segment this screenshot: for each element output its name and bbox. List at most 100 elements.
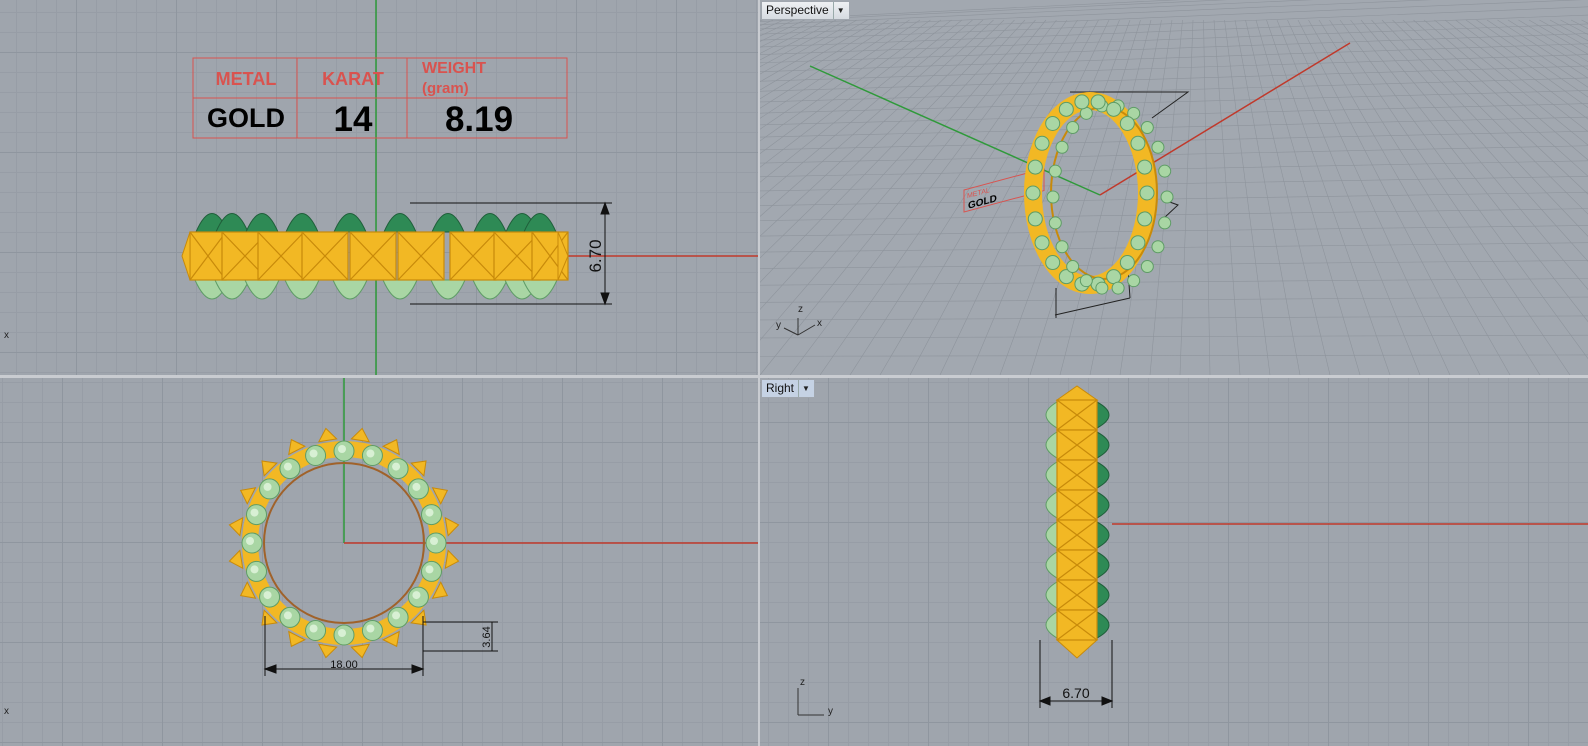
viewport-label-perspective[interactable]: Perspective ▼ bbox=[761, 1, 850, 20]
gem-cone-upper bbox=[215, 213, 249, 233]
grid-line bbox=[760, 23, 1588, 55]
gem bbox=[1055, 240, 1069, 254]
gold-spike bbox=[317, 643, 338, 659]
axis-x-label: x bbox=[4, 706, 9, 717]
gem bbox=[1140, 120, 1154, 134]
axis-gizmo bbox=[783, 318, 816, 336]
grid-line bbox=[1297, 19, 1481, 375]
grid-line bbox=[760, 19, 931, 142]
gem-cone-upper bbox=[431, 213, 465, 233]
axis-z-label: z bbox=[798, 304, 803, 315]
grid-line bbox=[1528, 19, 1588, 55]
viewport-right[interactable]: 6.70 Right ▼ z y bbox=[760, 378, 1588, 746]
gem-highlight bbox=[425, 508, 434, 517]
gem-cone-right bbox=[1096, 401, 1110, 429]
viewport-front[interactable]: 18.00 3.64 x bbox=[0, 378, 758, 746]
gem bbox=[1027, 159, 1043, 175]
gem-cone-right bbox=[1096, 551, 1110, 579]
gem-cone-lower bbox=[244, 279, 280, 300]
gem-cone-upper bbox=[473, 213, 507, 233]
grid-line bbox=[1455, 19, 1588, 120]
grid-line bbox=[760, 19, 973, 199]
gem-highlight bbox=[338, 629, 346, 637]
gem-highlight bbox=[412, 482, 421, 491]
table-header-unit: (gram) bbox=[422, 80, 469, 97]
grid-line bbox=[1059, 19, 1152, 375]
gem-highlight bbox=[283, 611, 292, 620]
viewport-perspective[interactable]: METAL GOLD Perspective ▼ z x y bbox=[760, 0, 1588, 375]
grid-line bbox=[1308, 19, 1511, 375]
grid-line bbox=[1570, 19, 1588, 30]
gem bbox=[1119, 115, 1135, 131]
grid-line bbox=[1329, 19, 1571, 375]
gem bbox=[1140, 260, 1154, 274]
dropdown-arrow-icon[interactable]: ▼ bbox=[832, 2, 845, 19]
gem bbox=[1127, 274, 1141, 288]
axis-gizmo bbox=[797, 688, 824, 716]
viewport-label-right[interactable]: Right ▼ bbox=[761, 379, 815, 398]
gem bbox=[1095, 281, 1109, 295]
gem-highlight bbox=[392, 462, 401, 471]
gem bbox=[1046, 190, 1060, 204]
gem-highlight bbox=[246, 537, 254, 545]
axis-z-label: z bbox=[800, 677, 805, 688]
grid-line bbox=[760, 208, 1588, 221]
gem-cone-lower bbox=[430, 279, 466, 300]
gem-cone-upper bbox=[333, 213, 367, 233]
gem-cone-right bbox=[1096, 521, 1110, 549]
gem-cone-right bbox=[1096, 491, 1110, 519]
grid-line bbox=[760, 65, 1588, 92]
gem bbox=[1090, 94, 1106, 110]
grid-line bbox=[1213, 19, 1241, 375]
gem bbox=[1066, 260, 1080, 274]
grid-line bbox=[760, 278, 1588, 286]
grid-line bbox=[1381, 19, 1588, 237]
gem bbox=[1058, 101, 1074, 117]
gem bbox=[1160, 190, 1174, 204]
gem bbox=[1048, 164, 1062, 178]
gem-highlight bbox=[250, 565, 259, 574]
gem-highlight bbox=[425, 565, 434, 574]
perspective-view-canvas: METAL GOLD bbox=[760, 0, 1588, 375]
table-header-metal: METAL bbox=[216, 69, 277, 89]
gem bbox=[1151, 140, 1165, 154]
gem-cone-left bbox=[1045, 461, 1058, 489]
gem-cone-lower bbox=[332, 279, 368, 300]
gem bbox=[1137, 211, 1153, 227]
gem bbox=[1034, 135, 1050, 151]
gem-highlight bbox=[309, 449, 318, 458]
gem-cone-left bbox=[1045, 401, 1058, 429]
gem-cone-left bbox=[1045, 551, 1058, 579]
axis-x-label: x bbox=[817, 318, 822, 329]
grid-line bbox=[1549, 19, 1588, 42]
grid-line bbox=[1560, 19, 1588, 35]
gem bbox=[1158, 216, 1172, 230]
gem bbox=[1025, 185, 1041, 201]
axis-x-label: x bbox=[4, 330, 9, 341]
gold-spike bbox=[350, 643, 371, 659]
grid-line bbox=[760, 19, 816, 48]
right-view-canvas: 6.70 bbox=[797, 385, 1588, 716]
band-end-bottom bbox=[1055, 639, 1099, 659]
gem bbox=[1034, 235, 1050, 251]
gem-highlight bbox=[263, 482, 272, 491]
gem-cone-left bbox=[1045, 491, 1058, 519]
gem-cone-left bbox=[1045, 431, 1058, 459]
grid-line bbox=[760, 160, 1588, 178]
dropdown-arrow-icon[interactable]: ▼ bbox=[798, 380, 810, 397]
viewport-top[interactable]: METAL KARAT WEIGHT (gram) GOLD 14 8.19 6… bbox=[0, 0, 758, 375]
gem bbox=[1130, 235, 1146, 251]
table-value-karat: 14 bbox=[334, 100, 373, 139]
table-value-weight: 8.19 bbox=[445, 100, 513, 139]
gem-highlight bbox=[366, 449, 375, 458]
height-dimension-label: 6.70 bbox=[586, 239, 605, 272]
grid-line bbox=[760, 225, 1588, 237]
viewport-name: Perspective bbox=[766, 3, 829, 17]
gem-highlight bbox=[392, 611, 401, 620]
gem bbox=[1111, 281, 1125, 295]
gem-cone-upper bbox=[383, 213, 417, 233]
gem bbox=[1139, 185, 1155, 201]
gem bbox=[1066, 120, 1080, 134]
gem-cone-left bbox=[1045, 581, 1058, 609]
viewport-name: Right bbox=[766, 381, 795, 395]
